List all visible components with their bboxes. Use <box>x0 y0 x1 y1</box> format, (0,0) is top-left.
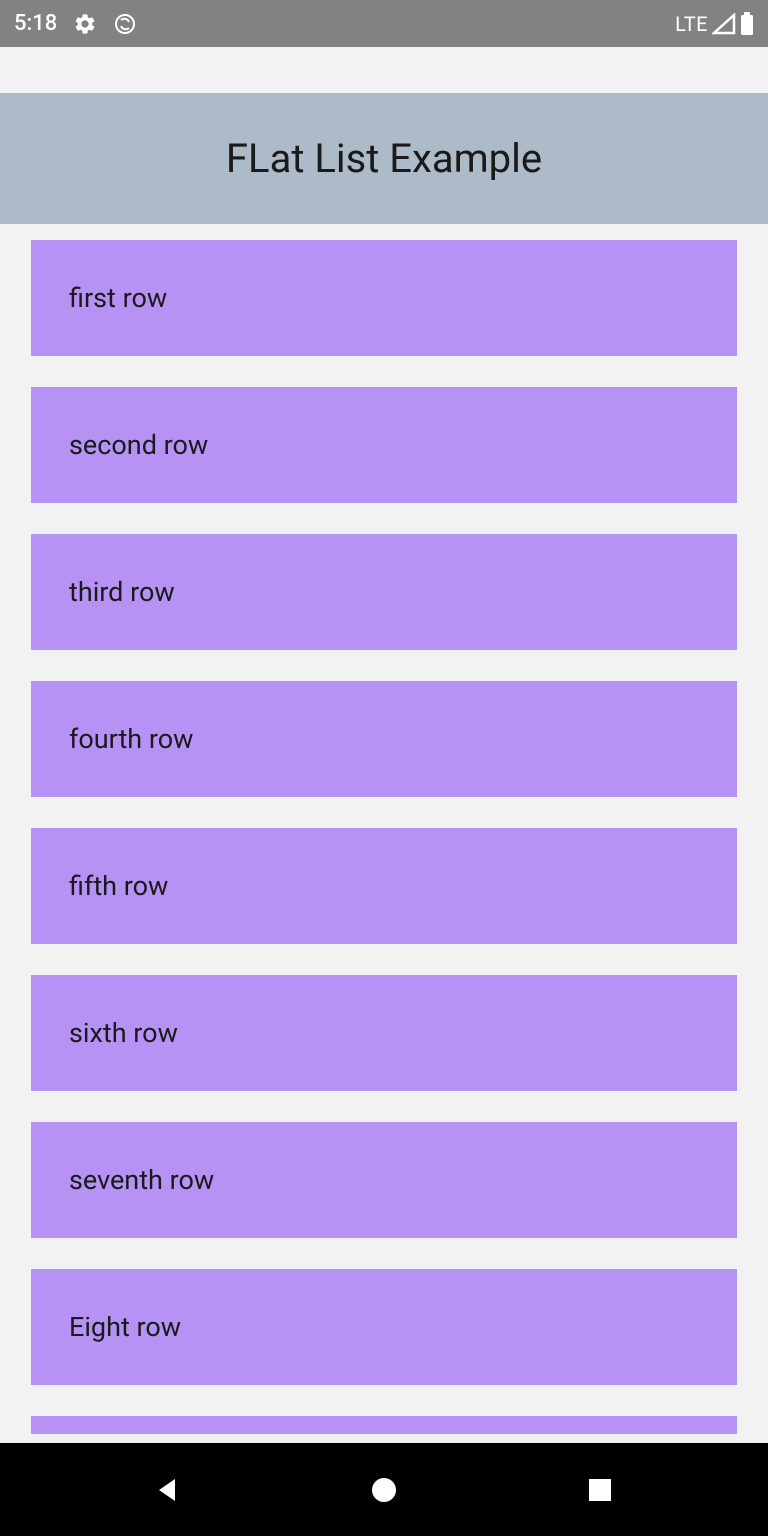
signal-icon <box>712 13 736 35</box>
gear-icon <box>73 12 97 36</box>
page-title: FLat List Example <box>226 135 542 182</box>
status-bar: 5:18 LTE <box>0 0 768 47</box>
list-item-label: second row <box>69 429 208 461</box>
list-item[interactable]: first row <box>31 240 737 356</box>
list-item[interactable]: Eight row <box>31 1269 737 1385</box>
list-item-label: first row <box>69 282 167 314</box>
network-label: LTE <box>675 12 708 36</box>
status-bar-left: 5:18 <box>14 11 137 36</box>
list-item[interactable]: second row <box>31 387 737 503</box>
list-item[interactable]: third row <box>31 534 737 650</box>
list-item-label: third row <box>69 576 175 608</box>
page-header: FLat List Example <box>0 93 768 224</box>
list-item[interactable]: seventh row <box>31 1122 737 1238</box>
list-item-label: fifth row <box>69 870 168 902</box>
home-button[interactable] <box>354 1460 414 1520</box>
list-item[interactable]: fifth row <box>31 828 737 944</box>
list-item[interactable]: fourth row <box>31 681 737 797</box>
list-item-label: seventh row <box>69 1164 214 1196</box>
status-time: 5:18 <box>14 11 57 36</box>
list-item[interactable]: sixth row <box>31 975 737 1091</box>
recent-apps-button[interactable] <box>570 1460 630 1520</box>
no-sync-icon <box>113 12 137 36</box>
list-item-label: sixth row <box>69 1017 178 1049</box>
flat-list[interactable]: first row second row third row fourth ro… <box>0 224 768 1434</box>
navigation-bar <box>0 1443 768 1536</box>
status-bar-right: LTE <box>675 12 754 36</box>
list-item-label: Eight row <box>69 1311 181 1343</box>
battery-icon <box>740 12 754 36</box>
header-gap <box>0 47 768 93</box>
list-item-label: fourth row <box>69 723 193 755</box>
list-item-partial[interactable] <box>31 1416 737 1434</box>
back-button[interactable] <box>138 1460 198 1520</box>
